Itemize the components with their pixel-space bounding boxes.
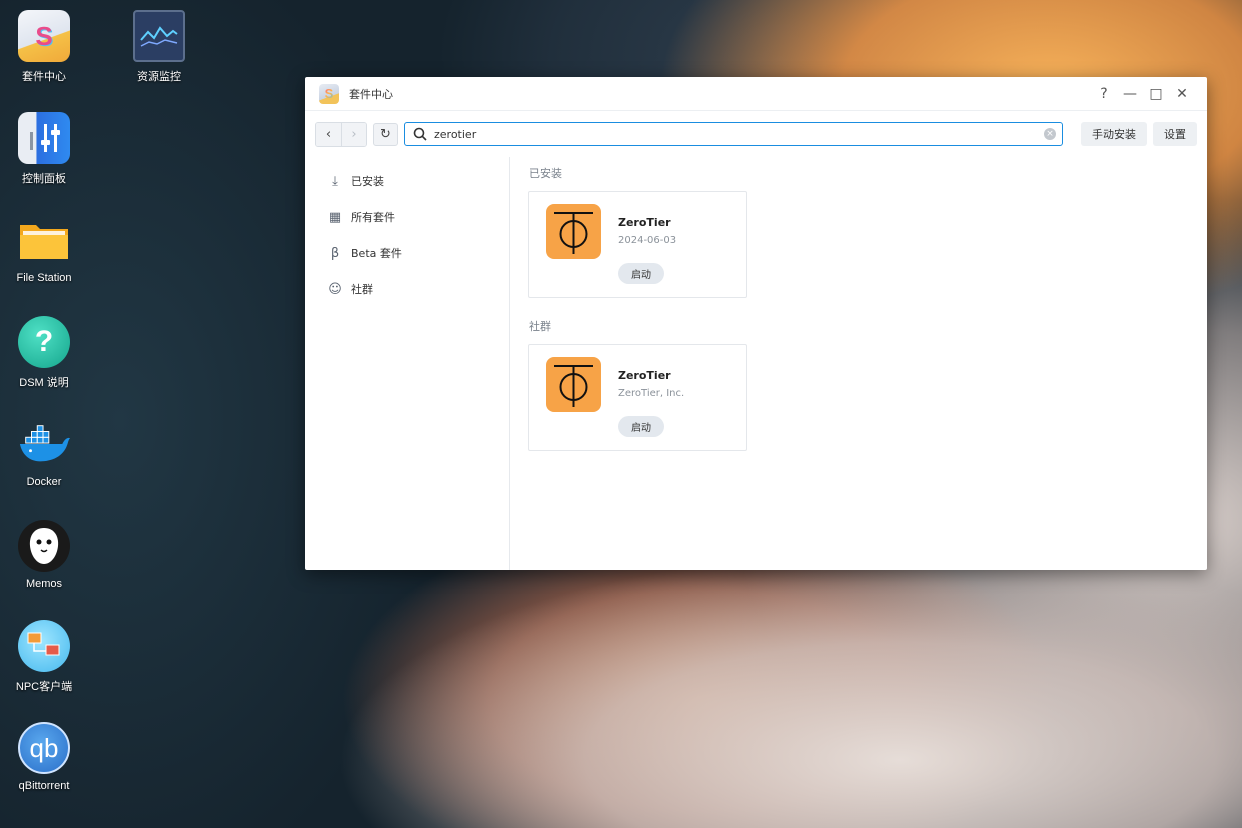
package-date: 2024-06-03: [618, 235, 677, 246]
section-title-installed: 已安装: [529, 167, 562, 180]
search-icon: [413, 127, 427, 141]
main-panel: 已安装 ZeroTier 2024-06-03 启动 社群 ZeroTier Z…: [510, 157, 1207, 570]
manual-install-button[interactable]: 手动安装: [1081, 122, 1147, 146]
forward-button[interactable]: ›: [341, 122, 366, 146]
desktop-icon-memos[interactable]: Memos: [0, 520, 89, 590]
resource-monitor-icon: [133, 10, 185, 62]
sidebar-item-community[interactable]: ☺ 社群: [305, 271, 509, 307]
settings-button[interactable]: 设置: [1153, 122, 1197, 146]
docker-icon: [18, 418, 70, 470]
desktop-icon-label: 套件中心: [22, 71, 66, 83]
back-button[interactable]: ‹: [316, 122, 341, 146]
section-title-community: 社群: [529, 320, 551, 333]
desktop-icon-label: DSM 说明: [19, 377, 69, 389]
window-title: 套件中心: [349, 87, 393, 101]
sidebar-item-label: 已安装: [351, 175, 384, 188]
help-button[interactable]: ?: [1091, 82, 1117, 106]
package-name: ZeroTier: [618, 369, 671, 382]
download-icon: ⤓: [332, 173, 338, 189]
package-center-window: S 套件中心 ? — □ ✕ ‹ › ↻ × 手动安装 设置 ⤓ 已安装 ▦ 所…: [305, 77, 1207, 570]
package-center-icon: S: [18, 10, 70, 62]
refresh-button[interactable]: ↻: [373, 122, 398, 146]
desktop-icon-label: Docker: [26, 476, 62, 488]
package-center-icon: S: [319, 83, 339, 104]
maximize-button[interactable]: □: [1143, 82, 1169, 106]
desktop-icon-qbittorrent[interactable]: qb qBittorrent: [0, 722, 89, 792]
memos-icon: [18, 520, 70, 572]
help-icon: ?: [18, 316, 70, 368]
chevron-right-icon: ›: [351, 126, 357, 142]
sidebar-item-label: Beta 套件: [351, 247, 402, 260]
folder-icon: [18, 214, 70, 266]
desktop-icon-docker[interactable]: Docker: [0, 418, 89, 488]
desktop-icon-dsm-help[interactable]: ? DSM 说明: [0, 316, 89, 390]
desktop-icon-label: 控制面板: [22, 173, 66, 185]
clear-search-icon[interactable]: ×: [1044, 128, 1056, 140]
desktop-icon-package-center[interactable]: S 套件中心: [0, 10, 89, 84]
nav-group: ‹ ›: [315, 121, 367, 147]
desktop-icon-label: qBittorrent: [18, 780, 70, 792]
npc-client-icon: [18, 620, 70, 672]
qbittorrent-icon: qb: [18, 722, 70, 774]
package-card[interactable]: ZeroTier 2024-06-03 启动: [528, 191, 747, 298]
desktop-icon-label: File Station: [16, 272, 72, 284]
sidebar-item-all-packages[interactable]: ▦ 所有套件: [305, 199, 509, 235]
close-button[interactable]: ✕: [1169, 82, 1195, 106]
desktop-icon-resource-monitor[interactable]: 资源监控: [114, 10, 204, 84]
refresh-icon: ↻: [380, 126, 391, 142]
title-bar[interactable]: S 套件中心 ? — □ ✕: [305, 77, 1207, 111]
community-icon: ☺: [328, 281, 342, 297]
search-input[interactable]: [434, 127, 1044, 141]
minimize-button[interactable]: —: [1117, 82, 1143, 106]
sidebar-item-beta[interactable]: β Beta 套件: [305, 235, 509, 271]
chevron-left-icon: ‹: [325, 126, 332, 142]
grid-icon: ▦: [328, 209, 342, 225]
launch-button[interactable]: 启动: [618, 416, 664, 437]
search-box[interactable]: ×: [404, 122, 1063, 146]
zerotier-logo-icon: [546, 204, 601, 259]
sidebar: ⤓ 已安装 ▦ 所有套件 β Beta 套件 ☺ 社群: [305, 157, 510, 570]
zerotier-logo-icon: [546, 357, 601, 412]
launch-button[interactable]: 启动: [618, 263, 664, 284]
beta-icon: β: [330, 245, 340, 261]
desktop-icon-npc-client[interactable]: NPC客户端: [0, 620, 89, 694]
package-publisher: ZeroTier, Inc.: [618, 388, 685, 399]
sidebar-item-label: 社群: [351, 283, 373, 296]
desktop-icon-label: NPC客户端: [15, 681, 73, 693]
desktop-icon-label: 资源监控: [137, 71, 181, 83]
package-card[interactable]: ZeroTier ZeroTier, Inc. 启动: [528, 344, 747, 451]
package-name: ZeroTier: [618, 216, 671, 229]
desktop-icon-control-panel[interactable]: 控制面板: [0, 112, 89, 186]
sidebar-item-label: 所有套件: [351, 211, 395, 224]
sidebar-item-installed[interactable]: ⤓ 已安装: [305, 163, 509, 199]
desktop-icon-file-station[interactable]: File Station: [0, 214, 89, 284]
desktop-icon-label: Memos: [25, 578, 63, 590]
control-panel-icon: [18, 112, 70, 164]
content-area: ⤓ 已安装 ▦ 所有套件 β Beta 套件 ☺ 社群 已安装 ZeroTier…: [305, 157, 1207, 570]
toolbar: ‹ › ↻ × 手动安装 设置: [305, 111, 1207, 157]
